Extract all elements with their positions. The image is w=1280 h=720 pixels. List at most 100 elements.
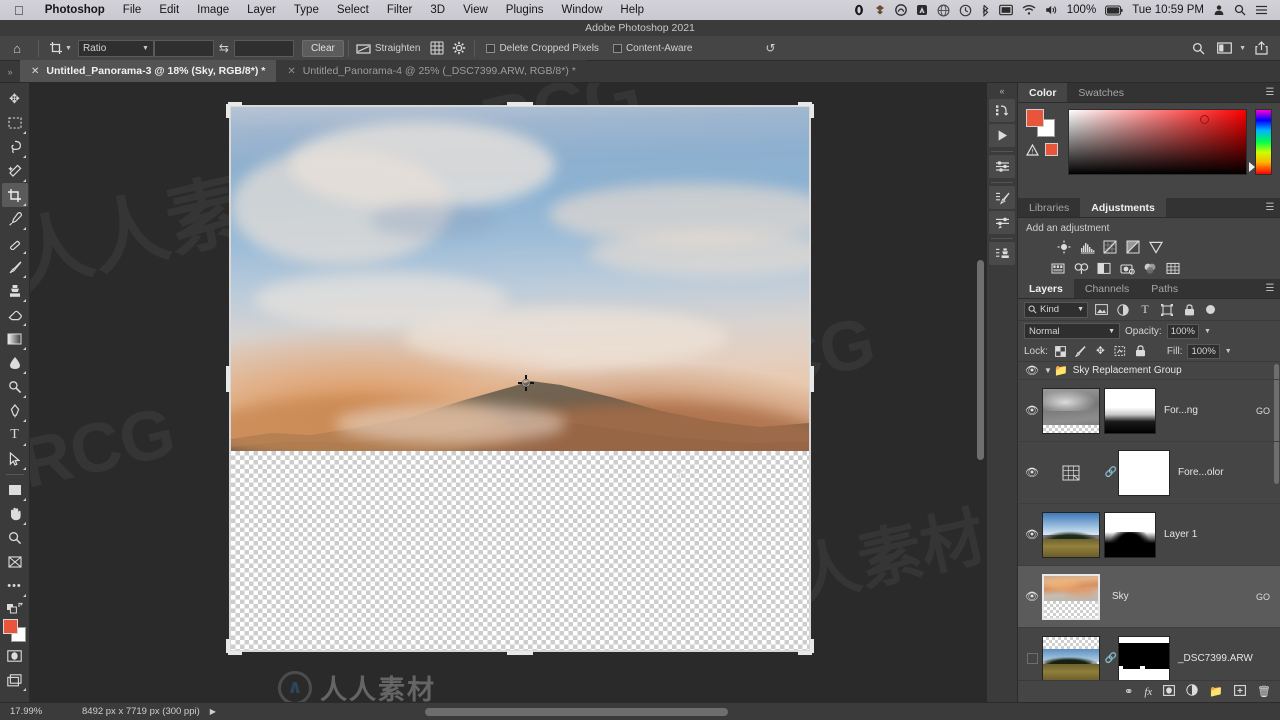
crop-handle-top-right[interactable] <box>810 104 814 118</box>
layer-group-row[interactable]: 👁 ▼ 📁 Sky Replacement Group <box>1018 362 1280 380</box>
menu-item-plugins[interactable]: Plugins <box>497 0 553 20</box>
levels-icon[interactable] <box>1077 238 1097 256</box>
color-field[interactable] <box>1068 109 1247 175</box>
color-picker-marker[interactable] <box>1199 115 1209 125</box>
brightness-contrast-icon[interactable] <box>1054 238 1074 256</box>
clone-stamp-tool[interactable] <box>2 279 28 303</box>
layer-style-icon[interactable]: fx <box>1144 686 1152 698</box>
reset-icon[interactable]: ↺ <box>759 39 781 58</box>
delete-cropped-pixels-checkbox[interactable]: Delete Cropped Pixels <box>479 43 606 54</box>
opacity-value[interactable]: 100% <box>1166 323 1199 339</box>
clear-button[interactable]: Clear <box>301 39 344 57</box>
menu-clock[interactable]: Tue 10:59 PM <box>1132 4 1204 16</box>
panel-menu-icon[interactable]: ☰ <box>1260 198 1280 217</box>
visibility-icon[interactable] <box>1022 653 1042 664</box>
dodge-tool[interactable] <box>2 375 28 399</box>
layer-name[interactable]: Layer 1 <box>1156 529 1276 540</box>
layer-name[interactable]: _DSC7399.ARW <box>1170 653 1276 664</box>
color-balance-icon[interactable] <box>1071 259 1091 277</box>
new-group-icon[interactable]: 📁 <box>1209 685 1223 698</box>
adjustment-filter-icon[interactable] <box>1114 301 1132 318</box>
lock-image-icon[interactable] <box>1073 344 1088 359</box>
hue-saturation-icon[interactable] <box>1048 259 1068 277</box>
move-tool[interactable]: ✥ <box>2 87 28 111</box>
battery-icon[interactable] <box>1105 4 1123 16</box>
crop-handle-bottom-center[interactable] <box>507 651 533 655</box>
content-aware-checkbox[interactable]: Content-Aware <box>606 43 700 54</box>
type-filter-icon[interactable]: T <box>1136 301 1154 318</box>
lock-transparent-icon[interactable] <box>1053 344 1068 359</box>
layer-name[interactable]: For...ng <box>1156 405 1256 416</box>
exposure-icon[interactable] <box>1123 238 1143 256</box>
link-mask-icon[interactable]: 🔗 <box>1104 653 1118 664</box>
color-swatches[interactable] <box>2 618 28 644</box>
layer-row[interactable]: 🔗 _DSC7399.ARW <box>1018 628 1280 680</box>
gamut-replacement-swatch[interactable] <box>1045 143 1058 156</box>
quick-mask-icon[interactable] <box>2 644 28 668</box>
share-icon[interactable] <box>1250 39 1272 58</box>
tab-channels[interactable]: Channels <box>1074 279 1140 298</box>
straighten-icon[interactable] <box>353 39 375 58</box>
add-mask-icon[interactable] <box>1163 684 1176 699</box>
lock-nesting-icon[interactable] <box>1113 344 1128 359</box>
adobe-icon[interactable] <box>916 4 928 16</box>
chevron-right-icon[interactable]: ▶ <box>200 707 216 716</box>
grid-overlay-icon[interactable] <box>426 39 448 58</box>
foreground-color-swatch[interactable] <box>2 619 18 634</box>
curves-icon[interactable] <box>1100 238 1120 256</box>
vibrance-icon[interactable] <box>1146 238 1166 256</box>
color-swatch-pair[interactable] <box>1026 109 1056 137</box>
panel-menu-icon[interactable]: ☰ <box>1260 83 1280 102</box>
transform-reference-point-icon[interactable] <box>518 375 534 391</box>
photo-filter-icon[interactable] <box>1117 259 1137 277</box>
crop-handle-right-center[interactable] <box>810 366 814 392</box>
pen-tool[interactable] <box>2 399 28 423</box>
hue-slider-marker[interactable] <box>1249 162 1255 172</box>
brush-settings-icon[interactable] <box>989 186 1015 209</box>
menu-item-photoshop[interactable]: Photoshop <box>36 0 114 20</box>
layer-row[interactable]: 👁 🔗 Fore...olor <box>1018 442 1280 504</box>
crop-handle-bottom-right[interactable] <box>810 639 814 653</box>
chevron-down-icon[interactable]: ▼ <box>65 45 72 52</box>
layer-badge[interactable]: GO <box>1256 592 1276 602</box>
tab-layers[interactable]: Layers <box>1018 279 1074 298</box>
gamut-warning-icon[interactable]: ! <box>1026 143 1058 156</box>
link-layers-icon[interactable]: ⚭ <box>1124 685 1133 698</box>
visibility-icon[interactable]: 👁 <box>1022 590 1042 603</box>
layer-filter-kind-select[interactable]: Kind ▼ <box>1024 301 1088 318</box>
search-icon[interactable] <box>1187 39 1209 58</box>
chevron-down-icon[interactable]: ▼ <box>1239 45 1246 52</box>
new-layer-icon[interactable] <box>1234 684 1246 699</box>
document-tab-1[interactable]: ✕ Untitled_Panorama-3 @ 18% (Sky, RGB/8*… <box>20 60 277 82</box>
search-icon[interactable] <box>1234 4 1246 16</box>
layer-row[interactable]: 👁 Sky GO <box>1018 566 1280 628</box>
crop-tool[interactable] <box>1 183 28 207</box>
tab-libraries[interactable]: Libraries <box>1018 198 1080 217</box>
close-icon[interactable]: ✕ <box>31 66 39 77</box>
crop-ratio-select[interactable]: Ratio ▼ <box>77 39 154 57</box>
link-mask-icon[interactable]: 🔗 <box>1104 467 1118 478</box>
canvas-horizontal-scrollbar[interactable] <box>425 708 728 716</box>
menu-item-edit[interactable]: Edit <box>150 0 188 20</box>
volume-icon[interactable] <box>1045 4 1058 16</box>
brush-tool[interactable] <box>2 255 28 279</box>
dropbox-icon[interactable] <box>874 4 886 16</box>
menu-item-image[interactable]: Image <box>188 0 238 20</box>
visibility-icon[interactable]: 👁 <box>1022 364 1042 377</box>
canvas-vertical-scrollbar[interactable] <box>977 260 984 460</box>
crop-handle-top-left[interactable] <box>228 102 242 106</box>
layer-row[interactable]: 👁 For...ng GO <box>1018 380 1280 442</box>
collapse-panels-icon[interactable]: « <box>999 85 1004 97</box>
blur-tool[interactable] <box>2 351 28 375</box>
eyedropper-tool[interactable] <box>2 207 28 231</box>
type-tool[interactable]: T <box>2 423 28 447</box>
brush-presets-icon[interactable] <box>989 211 1015 234</box>
layer-name[interactable]: Fore...olor <box>1170 467 1276 478</box>
blend-mode-select[interactable]: Normal ▼ <box>1024 323 1120 339</box>
bluetooth-icon[interactable] <box>981 4 990 17</box>
tab-color[interactable]: Color <box>1018 83 1068 102</box>
creative-cloud-icon[interactable] <box>894 4 907 16</box>
globe-icon[interactable] <box>937 4 950 17</box>
zoom-tool[interactable] <box>2 526 28 550</box>
layer-thumbnail[interactable] <box>1042 573 1100 620</box>
